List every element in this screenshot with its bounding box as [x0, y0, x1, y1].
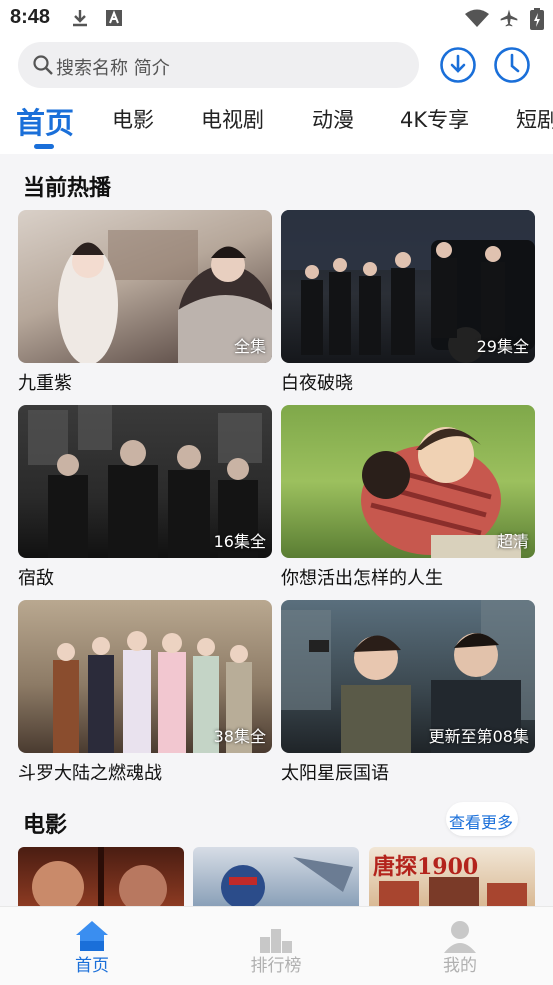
section-title-now-playing: 当前热播: [23, 176, 112, 201]
nav-home[interactable]: 首页: [32, 907, 152, 985]
poster-image: 29集全: [281, 210, 535, 363]
movie-poster[interactable]: [193, 847, 359, 906]
media-title: 你想活出怎样的人生: [281, 568, 443, 589]
media-title: 斗罗大陆之燃魂战: [18, 763, 162, 784]
episode-badge: 16集全: [213, 532, 266, 551]
media-title: 太阳星辰国语: [281, 763, 389, 784]
media-title: 九重紫: [18, 373, 72, 394]
search-placeholder: 搜索名称 简介: [56, 58, 170, 79]
search-icon: [33, 55, 53, 75]
active-tab-indicator: [34, 144, 54, 149]
battery-icon: [530, 8, 544, 30]
poster-image: 更新至第08集: [281, 600, 535, 753]
tab-short-drama[interactable]: 短剧: [516, 104, 553, 134]
tab-movies[interactable]: 电影: [112, 104, 154, 134]
poster-image: 超清: [281, 405, 535, 558]
media-card[interactable]: 16集全 宿敌: [18, 405, 272, 589]
category-tabs: 首页 电影 电视剧 动漫 4K专享 短剧: [0, 98, 553, 150]
view-more-label: 查看更多: [449, 813, 514, 832]
user-icon: [444, 921, 476, 953]
status-time: 8:48: [10, 6, 51, 28]
tab-home[interactable]: 首页: [16, 100, 74, 142]
wifi-icon: [465, 9, 489, 27]
download-manager-icon[interactable]: [439, 46, 477, 84]
font-icon: [106, 10, 122, 26]
episode-badge: 38集全: [213, 727, 266, 746]
media-card[interactable]: 全集 九重紫: [18, 210, 272, 394]
movie-poster[interactable]: 唐探1900: [369, 847, 535, 906]
media-card[interactable]: 38集全 斗罗大陆之燃魂战: [18, 600, 272, 784]
poster-image: 38集全: [18, 600, 272, 753]
history-icon[interactable]: [493, 46, 531, 84]
nav-profile[interactable]: 我的: [400, 907, 520, 985]
header: 搜索名称 简介 首页 电影 电视剧 动漫 4K专享 短剧: [0, 36, 553, 154]
main-content: 当前热播 全集 九重紫 29集全 白夜破晓 16集全 宿敌 超清 你想活出怎样的…: [0, 154, 553, 906]
section-title-movies: 电影: [23, 813, 68, 838]
nav-ranking[interactable]: 排行榜: [216, 907, 336, 985]
media-title: 白夜破晓: [281, 373, 353, 394]
quality-badge: 超清: [496, 532, 529, 551]
podium-icon: [260, 929, 292, 953]
movie-poster[interactable]: [18, 847, 184, 906]
media-card[interactable]: 29集全 白夜破晓: [281, 210, 535, 394]
search-input[interactable]: 搜索名称 简介: [18, 42, 419, 88]
status-bar: 8:48: [0, 0, 553, 36]
airplane-icon: [500, 9, 518, 27]
tab-tv-series[interactable]: 电视剧: [201, 104, 264, 134]
tab-anime[interactable]: 动漫: [312, 104, 354, 134]
episode-badge: 更新至第08集: [428, 727, 529, 746]
poster-image: 全集: [18, 210, 272, 363]
episode-badge: 29集全: [476, 337, 529, 356]
bottom-nav: 首页 排行榜 我的: [0, 906, 553, 985]
poster-image: 16集全: [18, 405, 272, 558]
episode-badge: 全集: [233, 337, 266, 356]
nav-profile-label: 我的: [443, 956, 477, 976]
media-title: 宿敌: [18, 568, 54, 589]
media-card[interactable]: 超清 你想活出怎样的人生: [281, 405, 535, 589]
tab-4k[interactable]: 4K专享: [400, 104, 469, 134]
media-card[interactable]: 更新至第08集 太阳星辰国语: [281, 600, 535, 784]
nav-home-label: 首页: [75, 956, 109, 976]
home-icon: [76, 921, 108, 951]
nav-ranking-label: 排行榜: [250, 956, 302, 976]
download-icon: [73, 10, 87, 27]
view-more-button[interactable]: 查看更多: [446, 802, 518, 836]
